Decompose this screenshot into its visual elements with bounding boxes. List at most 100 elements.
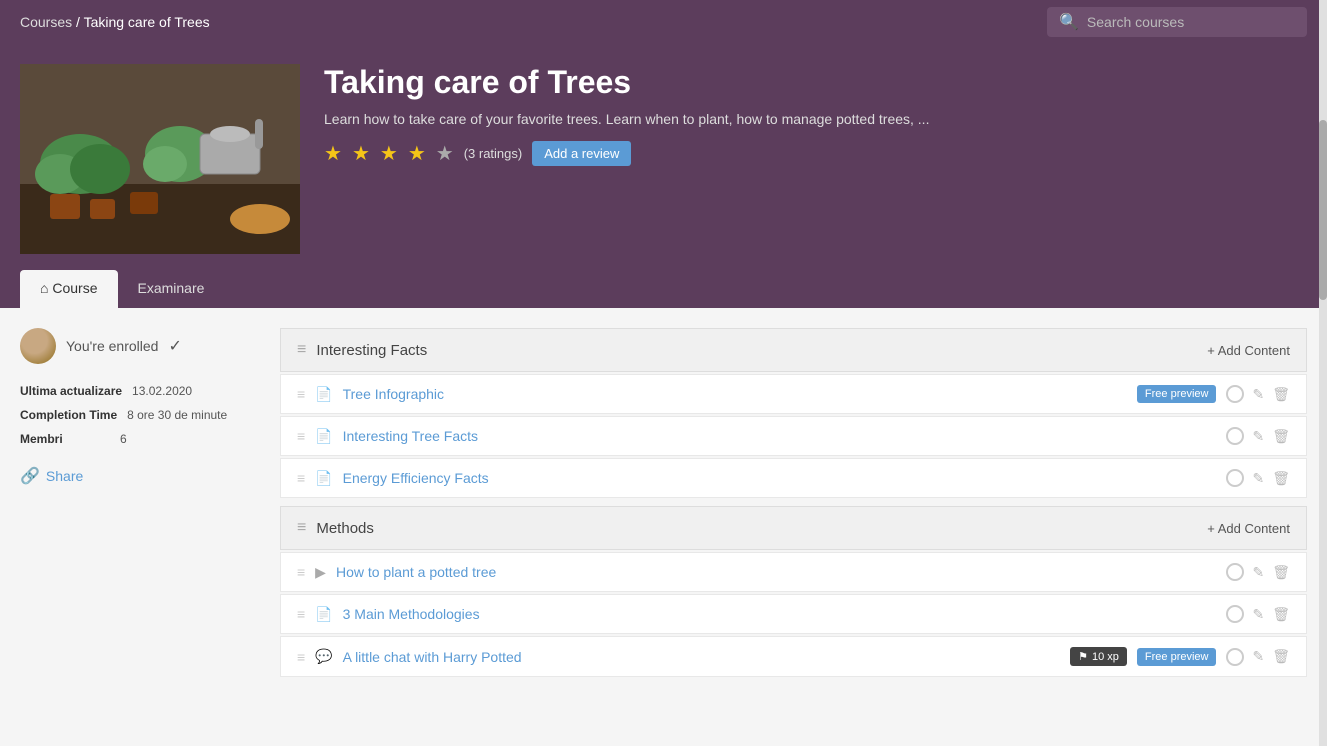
lesson-energy-efficiency-facts: ≡ 📄 Energy Efficiency Facts ✎ 🗑 — [280, 458, 1307, 498]
lesson-title-tree-infographic[interactable]: Tree Infographic — [343, 386, 1127, 402]
document-icon: 📄 — [315, 386, 332, 403]
hero-description: Learn how to take care of your favorite … — [324, 111, 1307, 127]
lesson-title-interesting-tree-facts[interactable]: Interesting Tree Facts — [343, 428, 1217, 444]
video-icon: ▶ — [315, 564, 326, 581]
complete-circle[interactable] — [1226, 385, 1244, 403]
lesson-drag-icon[interactable]: ≡ — [297, 386, 305, 402]
breadcrumb-courses-link[interactable]: Courses — [20, 14, 72, 30]
hero-title: Taking care of Trees — [324, 64, 1307, 101]
section-title-methods: Methods — [316, 520, 374, 537]
lesson-drag-icon[interactable]: ≡ — [297, 606, 305, 622]
scrollbar-thumb[interactable] — [1319, 120, 1327, 300]
edit-icon[interactable]: ✎ — [1252, 470, 1264, 487]
document-icon: 📄 — [315, 606, 332, 623]
lesson-potted-tree: ≡ ▶ How to plant a potted tree ✎ 🗑 — [280, 552, 1307, 592]
delete-icon[interactable]: 🗑 — [1272, 564, 1290, 581]
lesson-title-potted-tree[interactable]: How to plant a potted tree — [336, 564, 1217, 580]
complete-circle[interactable] — [1226, 648, 1244, 666]
star-4: ★ — [408, 141, 426, 166]
complete-circle[interactable] — [1226, 469, 1244, 487]
delete-icon[interactable]: 🗑 — [1272, 428, 1290, 445]
top-bar: Courses / Taking care of Trees 🔍 — [0, 0, 1327, 44]
avatar — [20, 328, 56, 364]
home-icon: ⌂ — [40, 280, 48, 296]
breadcrumb: Courses / Taking care of Trees — [20, 14, 210, 30]
lesson-title-harry-potted[interactable]: A little chat with Harry Potted — [343, 649, 1061, 665]
lesson-drag-icon[interactable]: ≡ — [297, 564, 305, 580]
meta-label-members: Membri — [20, 432, 110, 446]
meta-label-date: Ultima actualizare — [20, 384, 122, 398]
lesson-drag-icon[interactable]: ≡ — [297, 428, 305, 444]
meta-value-members: 6 — [120, 432, 127, 446]
meta-table: Ultima actualizare 13.02.2020 Completion… — [20, 384, 260, 446]
check-icon: ✓ — [168, 336, 181, 356]
add-content-button-section-1[interactable]: + Add Content — [1207, 343, 1290, 358]
edit-icon[interactable]: ✎ — [1252, 606, 1264, 623]
search-icon: 🔍 — [1059, 12, 1079, 32]
hero-tabs: ⌂ Course Examinare — [20, 270, 1307, 308]
meta-value-date: 13.02.2020 — [132, 384, 192, 398]
edit-icon[interactable]: ✎ — [1252, 428, 1264, 445]
meta-label-completion: Completion Time — [20, 408, 117, 422]
lesson-drag-icon[interactable]: ≡ — [297, 470, 305, 486]
free-preview-badge-harry: Free preview — [1137, 648, 1217, 666]
add-content-button-section-2[interactable]: + Add Content — [1207, 521, 1290, 536]
hero-section: Taking care of Trees Learn how to take c… — [0, 44, 1327, 308]
section-drag-icon[interactable]: ≡ — [297, 519, 306, 537]
lesson-actions: ✎ 🗑 — [1226, 385, 1290, 403]
star-2: ★ — [352, 141, 370, 166]
section-drag-icon[interactable]: ≡ — [297, 341, 306, 359]
thumbnail-svg — [20, 64, 300, 254]
tab-course[interactable]: ⌂ Course — [20, 270, 118, 308]
meta-value-completion: 8 ore 30 de minute — [127, 408, 227, 422]
lesson-3-main-methodologies: ≡ 📄 3 Main Methodologies ✎ 🗑 — [280, 594, 1307, 634]
tab-examinare[interactable]: Examinare — [118, 270, 225, 308]
add-review-button[interactable]: Add a review — [532, 141, 631, 166]
meta-row-completion: Completion Time 8 ore 30 de minute — [20, 408, 260, 422]
lesson-drag-icon[interactable]: ≡ — [297, 649, 305, 665]
free-preview-badge: Free preview — [1137, 385, 1217, 403]
avatar-image — [20, 328, 56, 364]
document-icon: 📄 — [315, 470, 332, 487]
search-input[interactable] — [1087, 14, 1287, 30]
breadcrumb-separator: / — [76, 14, 84, 30]
hero-rating: ★ ★ ★ ★ ★ (3 ratings) Add a review — [324, 141, 1307, 166]
delete-icon[interactable]: 🗑 — [1272, 606, 1290, 623]
tab-examinare-label: Examinare — [138, 280, 205, 296]
lesson-interesting-tree-facts: ≡ 📄 Interesting Tree Facts ✎ 🗑 — [280, 416, 1307, 456]
lesson-actions: ✎ 🗑 — [1226, 605, 1290, 623]
lesson-actions: ✎ 🗑 — [1226, 648, 1290, 666]
lesson-actions: ✎ 🗑 — [1226, 427, 1290, 445]
edit-icon[interactable]: ✎ — [1252, 564, 1264, 581]
share-label: Share — [46, 468, 83, 484]
flag-icon: ⚑ — [1078, 650, 1088, 663]
delete-icon[interactable]: 🗑 — [1272, 386, 1290, 403]
xp-label: 10 xp — [1092, 651, 1119, 663]
scrollbar[interactable] — [1319, 0, 1327, 746]
lesson-title-3-main-methodologies[interactable]: 3 Main Methodologies — [343, 606, 1217, 622]
search-bar: 🔍 — [1047, 7, 1307, 37]
course-thumbnail — [20, 64, 300, 254]
complete-circle[interactable] — [1226, 427, 1244, 445]
star-3: ★ — [380, 141, 398, 166]
delete-icon[interactable]: 🗑 — [1272, 648, 1290, 665]
share-button[interactable]: 🔗 Share — [20, 466, 83, 486]
lesson-actions: ✎ 🗑 — [1226, 469, 1290, 487]
star-5: ★ — [436, 141, 454, 166]
lesson-tree-infographic: ≡ 📄 Tree Infographic Free preview ✎ 🗑 — [280, 374, 1307, 414]
complete-circle[interactable] — [1226, 605, 1244, 623]
lesson-title-energy-efficiency-facts[interactable]: Energy Efficiency Facts — [343, 470, 1217, 486]
section-title-interesting-facts: Interesting Facts — [316, 342, 427, 359]
hero-content: Taking care of Trees Learn how to take c… — [324, 64, 1307, 176]
delete-icon[interactable]: 🗑 — [1272, 470, 1290, 487]
edit-icon[interactable]: ✎ — [1252, 648, 1264, 665]
main-content: You're enrolled ✓ Ultima actualizare 13.… — [0, 308, 1327, 699]
enrolled-row: You're enrolled ✓ — [20, 328, 260, 364]
section-methods: ≡ Methods + Add Content — [280, 506, 1307, 550]
star-1: ★ — [324, 141, 342, 166]
lesson-harry-potted: ≡ 💬 A little chat with Harry Potted ⚑ 10… — [280, 636, 1307, 677]
complete-circle[interactable] — [1226, 563, 1244, 581]
rating-count: (3 ratings) — [464, 146, 523, 161]
edit-icon[interactable]: ✎ — [1252, 386, 1264, 403]
meta-row-date: Ultima actualizare 13.02.2020 — [20, 384, 260, 398]
